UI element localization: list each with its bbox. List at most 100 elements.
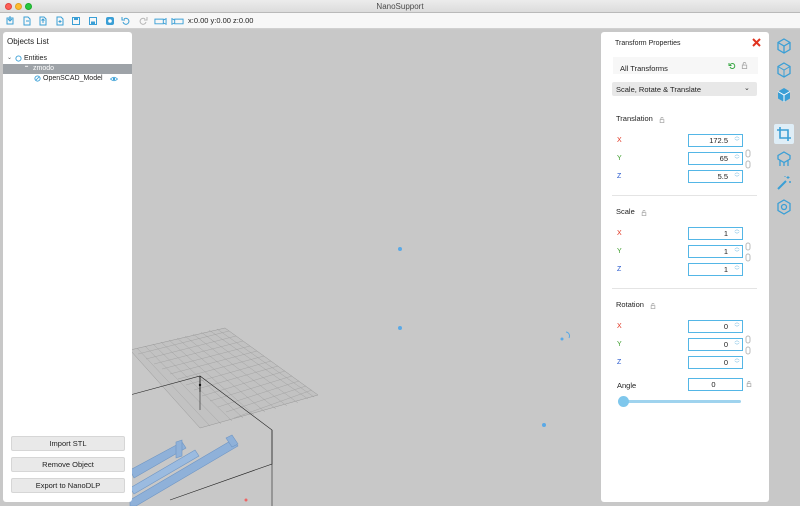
tree-item-label: OpenSCAD_Model (43, 75, 103, 82)
build-plate-grid (129, 327, 319, 429)
all-transforms-label: All Transforms (620, 64, 668, 73)
close-icon[interactable] (751, 37, 762, 48)
open-file-icon[interactable] (21, 15, 32, 26)
angle-input[interactable]: 0 (688, 378, 743, 391)
window-title: NanoSupport (376, 2, 424, 11)
support-icon[interactable] (774, 149, 794, 169)
magic-wand-icon[interactable] (774, 173, 794, 193)
translation-z-label: Z (617, 173, 622, 180)
undo-icon[interactable] (120, 15, 131, 26)
tree-item-entities[interactable]: ⌄ Entities (3, 54, 132, 64)
stepper-icon[interactable]: ︿ ﹀ (733, 321, 741, 332)
import-stl-button[interactable]: Import STL (11, 436, 125, 451)
angle-slider-track[interactable] (623, 400, 741, 403)
stepper-icon[interactable]: ︿ ﹀ (733, 339, 741, 350)
link-icon[interactable] (745, 149, 751, 171)
cursor-coordinates: x:0.00 y:0.00 z:0.00 (188, 16, 254, 25)
import-icon[interactable] (4, 15, 15, 26)
link-icon[interactable] (745, 335, 751, 357)
lock-icon[interactable] (746, 380, 752, 389)
settings-icon[interactable] (104, 15, 115, 26)
tree-item-openscad-model[interactable]: OpenSCAD_Model (3, 74, 132, 84)
all-transforms-row: All Transforms (613, 57, 758, 74)
divider (612, 195, 757, 196)
angle-label: Angle (617, 381, 637, 390)
gizmo-point (560, 337, 564, 341)
scale-z-input[interactable]: 1 ︿ ﹀ (688, 263, 743, 276)
objects-panel-title: Objects List (7, 37, 49, 46)
rotate-handle (565, 331, 571, 339)
angle-slider-thumb[interactable] (618, 396, 629, 407)
redo-icon[interactable] (137, 15, 148, 26)
gizmo-point (398, 326, 402, 330)
lock-icon[interactable] (641, 209, 647, 217)
add-file-icon[interactable] (54, 15, 65, 26)
origin-marker (198, 383, 202, 387)
lock-icon[interactable] (659, 116, 665, 124)
transform-panel: Transform Properties All Transforms Scal… (601, 32, 769, 502)
tree-bullet-icon: ━ (25, 64, 29, 70)
scale-z-label: Z (617, 266, 622, 273)
cube-solid-icon[interactable] (774, 85, 794, 105)
rotation-y-label: Y (617, 341, 622, 348)
gizmo-point (542, 423, 546, 427)
gizmo-point (398, 247, 402, 251)
translation-y-label: Y (617, 155, 622, 162)
scale-label: Scale (616, 207, 647, 217)
mesh-icon (34, 75, 41, 82)
objects-panel: Objects List ⌄ Entities ━ zmodo OpenSCAD… (3, 32, 132, 502)
objects-tree: ⌄ Entities ━ zmodo OpenSCAD_Model (3, 54, 132, 84)
rotation-x-input[interactable]: 0 ︿ ﹀ (688, 320, 743, 333)
scale-x-label: X (617, 230, 622, 237)
rotation-z-input[interactable]: 0 ︿ ﹀ (688, 356, 743, 369)
stepper-icon[interactable]: ︿ ﹀ (733, 135, 741, 146)
translation-x-label: X (617, 137, 622, 144)
gear-cube-icon[interactable] (774, 197, 794, 217)
divider (612, 288, 757, 289)
cube-outline-icon[interactable] (774, 60, 794, 80)
stepper-icon[interactable]: ︿ ﹀ (733, 228, 741, 239)
lock-icon[interactable] (741, 62, 748, 71)
remove-object-button[interactable]: Remove Object (11, 457, 125, 472)
tree-item-label: Entities (24, 55, 47, 62)
transform-mode-select[interactable]: Scale, Rotate & Translate ⌄ (612, 82, 757, 96)
translation-x-input[interactable]: 172.5 ︿ ﹀ (688, 134, 743, 147)
crop-transform-icon[interactable] (774, 124, 794, 144)
translation-y-input[interactable]: 65 ︿ ﹀ (688, 152, 743, 165)
scale-x-input[interactable]: 1 ︿ ﹀ (688, 227, 743, 240)
camera-side-icon[interactable] (170, 15, 184, 26)
camera-front-icon[interactable] (153, 15, 167, 26)
stepper-icon[interactable]: ︿ ﹀ (733, 171, 741, 182)
rotation-label: Rotation (616, 300, 656, 310)
stepper-icon[interactable]: ︿ ﹀ (733, 357, 741, 368)
group-icon (15, 55, 22, 62)
cube-view-icon[interactable] (774, 36, 794, 56)
eye-icon[interactable] (109, 75, 119, 83)
save-icon[interactable] (70, 15, 81, 26)
chevron-down-icon[interactable]: ⌄ (7, 54, 12, 61)
reset-icon[interactable] (728, 62, 736, 72)
scale-y-label: Y (617, 248, 622, 255)
tree-item-zmodo[interactable]: ━ zmodo (3, 64, 132, 74)
rotation-y-input[interactable]: 0 ︿ ﹀ (688, 338, 743, 351)
lock-icon[interactable] (650, 302, 656, 310)
transform-panel-title: Transform Properties (615, 40, 681, 47)
axis-origin-dot (244, 498, 248, 502)
tree-item-label: zmodo (33, 65, 55, 72)
toolbar: x:0.00 y:0.00 z:0.00 (0, 13, 800, 29)
export-nanodlp-button[interactable]: Export to NanoDLP (11, 478, 125, 493)
export-file-icon[interactable] (37, 15, 48, 26)
translation-label: Translation (616, 114, 665, 124)
title-bar: NanoSupport (0, 0, 800, 13)
stepper-icon[interactable]: ︿ ﹀ (733, 246, 741, 257)
scale-y-input[interactable]: 1 ︿ ﹀ (688, 245, 743, 258)
transform-mode-value: Scale, Rotate & Translate (616, 85, 702, 94)
rotation-z-label: Z (617, 359, 622, 366)
translation-z-input[interactable]: 5.5 ︿ ﹀ (688, 170, 743, 183)
stepper-icon[interactable]: ︿ ﹀ (733, 264, 741, 275)
rotation-x-label: X (617, 323, 622, 330)
link-icon[interactable] (745, 242, 751, 264)
stepper-icon[interactable]: ︿ ﹀ (733, 153, 741, 164)
chevron-down-icon: ⌄ (744, 85, 750, 92)
save-as-icon[interactable] (87, 15, 98, 26)
